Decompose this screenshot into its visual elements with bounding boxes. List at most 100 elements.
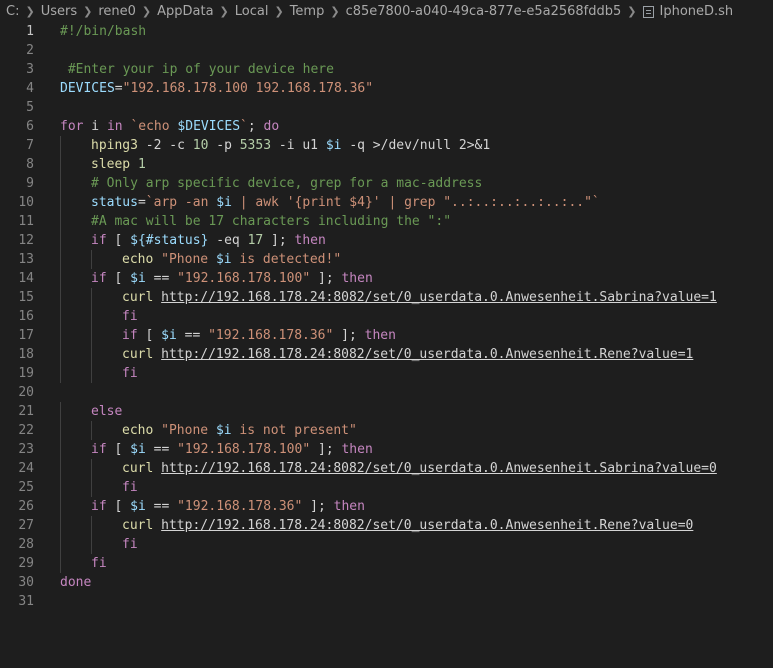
- code-text: if [ $i == "192.168.178.36" ]; then: [122, 326, 396, 345]
- code-line[interactable]: 28 fi: [0, 535, 773, 554]
- indent-guide: [60, 326, 61, 345]
- line-number: 6: [26, 119, 34, 134]
- breadcrumb-item[interactable]: Local: [235, 4, 269, 19]
- code-line[interactable]: 3 #Enter your ip of your device here: [0, 60, 773, 79]
- line-number: 3: [26, 62, 34, 77]
- line-number: 15: [18, 290, 34, 305]
- indent-guide: [91, 250, 92, 269]
- breadcrumb-file[interactable]: IphoneD.sh: [660, 4, 734, 19]
- indent-guide: [60, 288, 61, 307]
- indent-guide: [91, 345, 92, 364]
- code-token: $i: [130, 271, 146, 286]
- indent-guide: [60, 231, 61, 250]
- breadcrumb-item[interactable]: Temp: [290, 4, 325, 19]
- breadcrumb-item[interactable]: c85e7800-a040-49ca-877e-e5a2568fddb5: [346, 4, 622, 19]
- breadcrumb-item[interactable]: C:: [6, 4, 19, 19]
- breadcrumb-item[interactable]: AppData: [157, 4, 213, 19]
- code-line[interactable]: 19 fi: [0, 364, 773, 383]
- chevron-right-icon: ❯: [141, 4, 152, 18]
- code-line[interactable]: 18 curl http://192.168.178.24:8082/set/0_…: [0, 345, 773, 364]
- code-token: if: [122, 328, 138, 343]
- code-line[interactable]: 25 fi: [0, 478, 773, 497]
- code-line[interactable]: 15 curl http://192.168.178.24:8082/set/0_…: [0, 288, 773, 307]
- code-token: -2 -c: [137, 138, 193, 153]
- code-line[interactable]: 11 #A mac will be 17 characters including…: [0, 212, 773, 231]
- indent-guide: [60, 402, 61, 421]
- code-token: do: [263, 119, 280, 134]
- code-line[interactable]: 21 else: [0, 402, 773, 421]
- code-line[interactable]: 9 # Only arp specific device, grep for a …: [0, 174, 773, 193]
- code-token: "192.168.178.36": [208, 328, 334, 343]
- code-token: 5353: [239, 138, 272, 153]
- chevron-right-icon: ❯: [219, 4, 229, 18]
- code-token: echo: [122, 423, 154, 438]
- indent-guide: [60, 250, 61, 269]
- breadcrumb-item[interactable]: rene0: [98, 4, 136, 19]
- code-token: `arp -an: [145, 195, 217, 210]
- code-line[interactable]: 16 fi: [0, 307, 773, 326]
- code-link[interactable]: http://192.168.178.24:8082/set/0_userdat…: [161, 347, 693, 362]
- code-line[interactable]: 26 if [ $i == "192.168.178.36" ]; then: [0, 497, 773, 516]
- code-token: [: [106, 442, 131, 457]
- code-line[interactable]: 30 done: [0, 573, 773, 592]
- code-token: hping3: [91, 138, 138, 153]
- code-text: fi: [122, 478, 138, 497]
- indent-guide: [60, 478, 61, 497]
- code-line[interactable]: 5: [0, 98, 773, 117]
- code-line[interactable]: 10 status=`arp -an $i | awk '{print $4}' …: [0, 193, 773, 212]
- code-line[interactable]: 13 echo "Phone $i is detected!": [0, 250, 773, 269]
- code-line[interactable]: 6 for i in `echo $DEVICES`; do: [0, 117, 773, 136]
- code-line[interactable]: 12 if [ ${#status} -eq 17 ]; then: [0, 231, 773, 250]
- line-number: 30: [18, 575, 34, 590]
- code-token: "192.168.178.100": [177, 271, 311, 286]
- code-token: ==: [145, 442, 178, 457]
- code-line[interactable]: 23 if [ $i == "192.168.178.100" ]; then: [0, 440, 773, 459]
- code-line[interactable]: 8 sleep 1: [0, 155, 773, 174]
- line-number: 29: [18, 556, 34, 571]
- code-line[interactable]: 20: [0, 383, 773, 402]
- code-line[interactable]: 17 if [ $i == "192.168.178.36" ]; then: [0, 326, 773, 345]
- code-link[interactable]: http://192.168.178.24:8082/set/0_userdat…: [161, 461, 717, 476]
- line-number: 5: [26, 100, 34, 115]
- code-line[interactable]: 2: [0, 41, 773, 60]
- code-token: 10: [192, 138, 209, 153]
- code-line[interactable]: 4 DEVICES="192.168.178.100 192.168.178.36…: [0, 79, 773, 98]
- code-line[interactable]: 24 curl http://192.168.178.24:8082/set/0_…: [0, 459, 773, 478]
- code-line[interactable]: 14 if [ $i == "192.168.178.100" ]; then: [0, 269, 773, 288]
- code-token: ];: [310, 271, 342, 286]
- line-number: 2: [26, 43, 34, 58]
- code-editor[interactable]: 1 #!/bin/bash 2 3 #Enter your ip of your de…: [0, 22, 773, 668]
- code-line[interactable]: 1 #!/bin/bash: [0, 22, 773, 41]
- code-line[interactable]: 27 curl http://192.168.178.24:8082/set/0_…: [0, 516, 773, 535]
- code-text: #Enter your ip of your device here: [60, 60, 334, 79]
- code-token: =: [137, 195, 146, 210]
- code-token: $i: [325, 138, 342, 153]
- code-token: then: [333, 499, 365, 514]
- code-line[interactable]: 29 fi: [0, 554, 773, 573]
- code-link[interactable]: http://192.168.178.24:8082/set/0_userdat…: [161, 290, 717, 305]
- code-token: $i: [130, 499, 146, 514]
- code-token: 17: [247, 233, 264, 248]
- code-line[interactable]: 31: [0, 592, 773, 611]
- indent-guide: [91, 478, 92, 497]
- indent-guide: [91, 516, 92, 535]
- line-number: 10: [18, 195, 34, 210]
- code-text: done: [60, 573, 91, 592]
- code-text: fi: [91, 554, 107, 573]
- code-token: "Phone: [161, 423, 216, 438]
- code-token: if: [91, 499, 107, 514]
- code-token: fi: [122, 366, 138, 381]
- indent-guide: [60, 155, 61, 174]
- chevron-right-icon: ❯: [83, 4, 93, 18]
- code-token: "192.168.178.100": [177, 442, 311, 457]
- breadcrumb-item[interactable]: Users: [41, 4, 77, 19]
- code-token: then: [341, 271, 373, 286]
- code-text: else: [91, 402, 122, 421]
- code-link[interactable]: http://192.168.178.24:8082/set/0_userdat…: [161, 518, 693, 533]
- code-token: curl: [122, 347, 154, 362]
- code-token: ==: [176, 328, 209, 343]
- indent-guide: [91, 364, 92, 383]
- code-line[interactable]: 22 echo "Phone $i is not present": [0, 421, 773, 440]
- code-line[interactable]: 7 hping3 -2 -c 10 -p 5353 -i u1 $i -q >/d…: [0, 136, 773, 155]
